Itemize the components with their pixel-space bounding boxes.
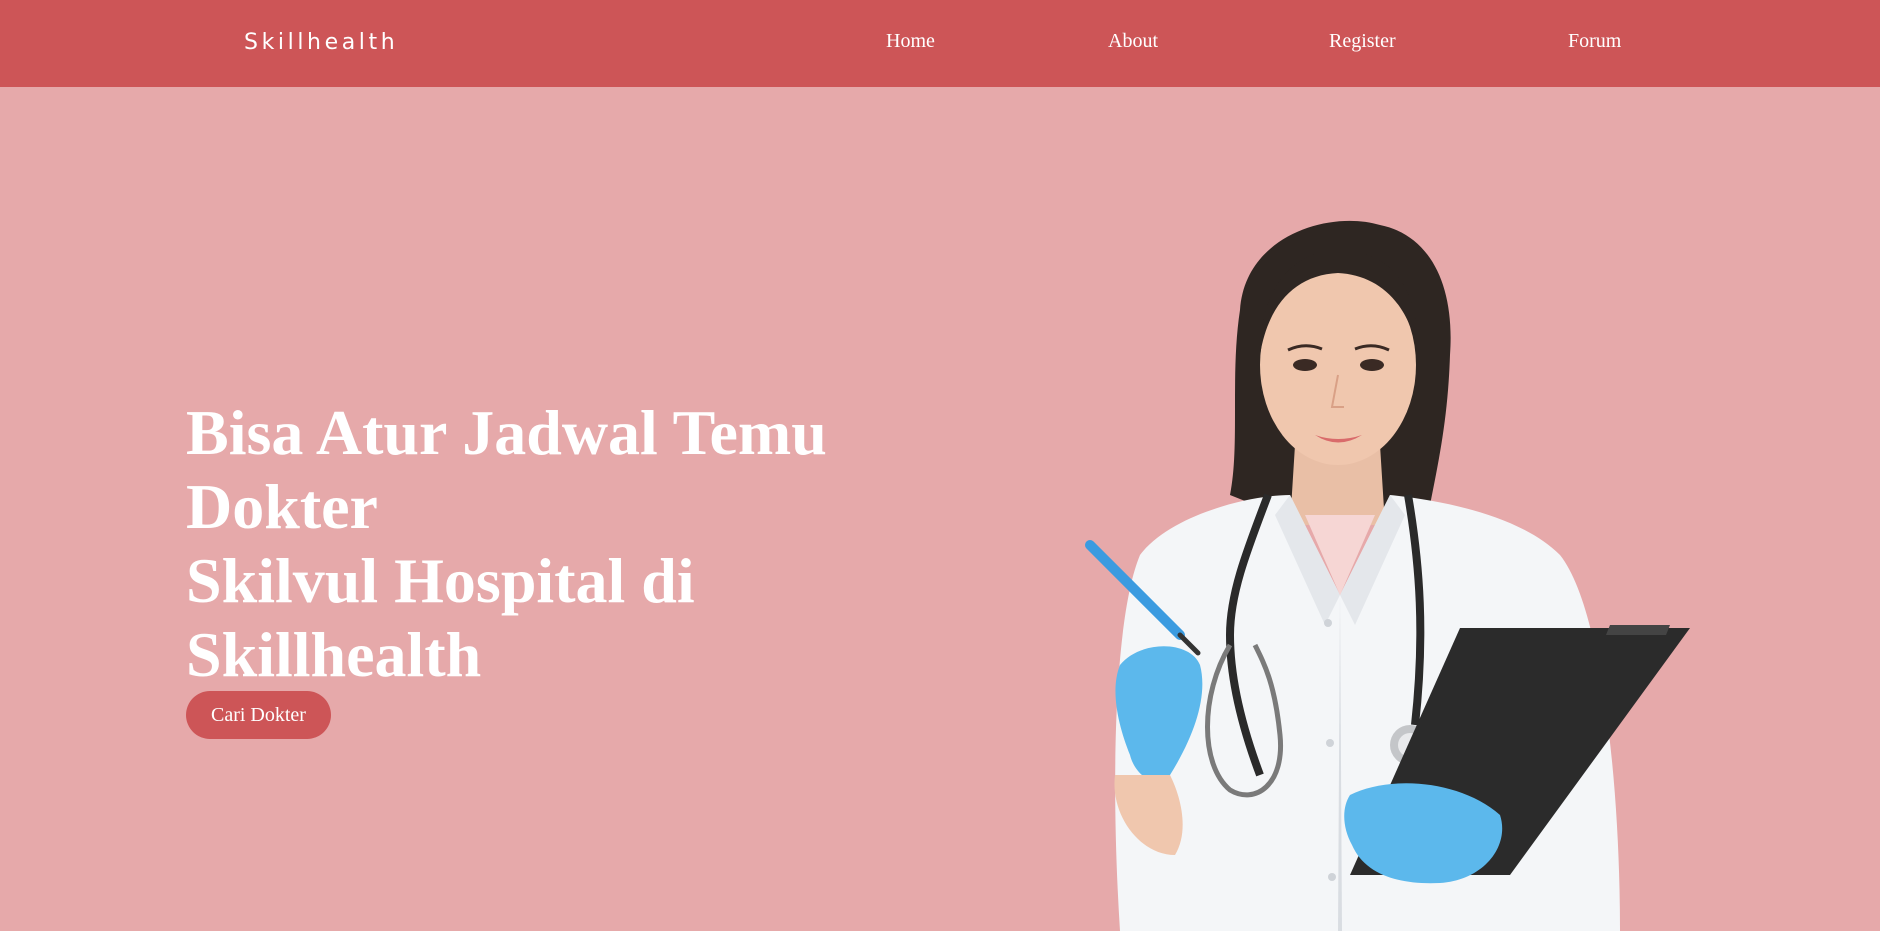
nav-link-about[interactable]: About (1108, 30, 1158, 53)
nav-link-register[interactable]: Register (1329, 30, 1396, 53)
nav-link-home[interactable]: Home (886, 30, 935, 53)
hero-headline: Bisa Atur Jadwal Temu Dokter Skilvul Hos… (186, 396, 886, 692)
headline-line: Bisa Atur Jadwal Temu (186, 397, 827, 468)
headline-line: Skillhealth (186, 619, 482, 690)
top-navbar: Skillhealth Home About Register Forum (0, 0, 1880, 87)
hero-section: Bisa Atur Jadwal Temu Dokter Skilvul Hos… (186, 396, 886, 692)
nav-link-forum[interactable]: Forum (1568, 30, 1621, 53)
find-doctor-button[interactable]: Cari Dokter (186, 691, 331, 739)
doctor-illustration (1085, 220, 1690, 931)
headline-line: Dokter (186, 471, 378, 542)
headline-line: Skilvul Hospital di (186, 545, 695, 616)
brand-logo[interactable]: Skillhealth (244, 30, 398, 55)
